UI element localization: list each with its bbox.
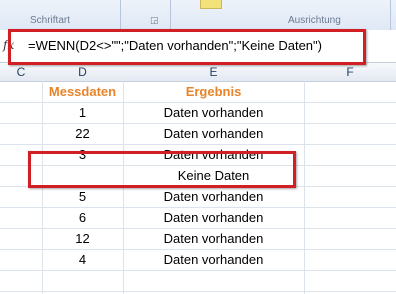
header-cell-messdaten[interactable]: Messdaten <box>42 81 123 102</box>
formula-highlight-box <box>8 29 366 65</box>
cell-ergebnis[interactable]: Daten vorhanden <box>123 249 304 270</box>
header-cell-ergebnis[interactable]: Ergebnis <box>123 81 304 102</box>
cell-messdaten[interactable]: 1 <box>42 102 123 123</box>
cell-ergebnis[interactable]: Daten vorhanden <box>123 228 304 249</box>
ribbon-separator <box>390 0 391 30</box>
cell-messdaten[interactable]: 4 <box>42 249 123 270</box>
cell-ergebnis[interactable]: Daten vorhanden <box>123 123 304 144</box>
ribbon-separator <box>120 0 121 30</box>
cell-messdaten[interactable]: 5 <box>42 186 123 207</box>
cell-messdaten[interactable]: 12 <box>42 228 123 249</box>
fill-color-swatch-icon[interactable] <box>200 0 222 9</box>
ribbon: Schriftart ◲ Ausrichtung <box>0 0 396 31</box>
column-header-f[interactable]: F <box>304 63 396 82</box>
ribbon-group-font-label: Schriftart <box>30 15 71 26</box>
column-header-d[interactable]: D <box>42 63 124 82</box>
cell-messdaten[interactable]: 22 <box>42 123 123 144</box>
cell-ergebnis[interactable]: Daten vorhanden <box>123 186 304 207</box>
cell-messdaten[interactable]: 6 <box>42 207 123 228</box>
empty-row-highlight-box <box>28 151 296 188</box>
column-header-e[interactable]: E <box>123 63 305 82</box>
table-row <box>0 270 396 292</box>
ribbon-separator <box>170 0 171 30</box>
cell-ergebnis[interactable]: Daten vorhanden <box>123 102 304 123</box>
ribbon-group-align-label: Ausrichtung <box>288 15 341 26</box>
dialog-launcher-icon[interactable]: ◲ <box>150 15 159 26</box>
cell-ergebnis[interactable]: Daten vorhanden <box>123 207 304 228</box>
column-header-c[interactable]: C <box>0 63 43 82</box>
